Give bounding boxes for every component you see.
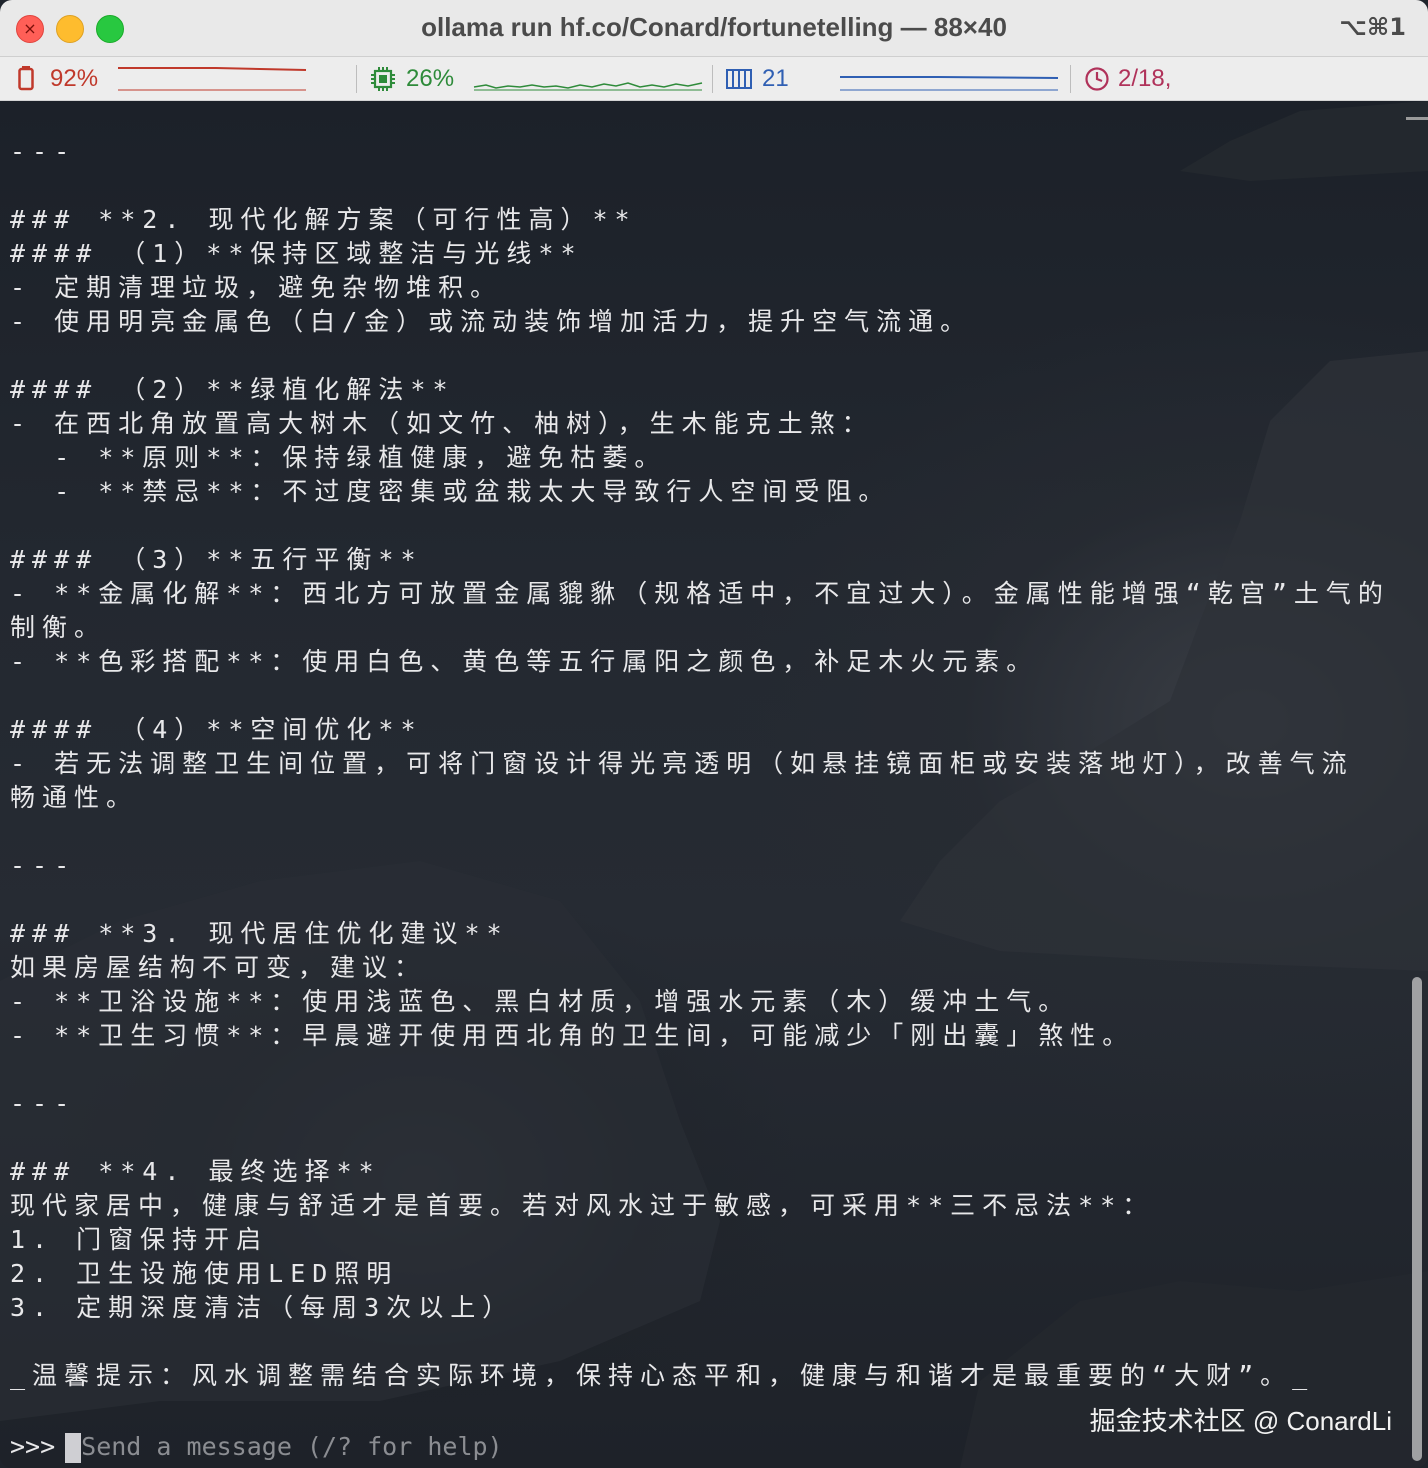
output-line: - **禁忌**：不过度密集或盆栽太大导致行人空间受阻。 <box>10 477 891 506</box>
window-shortcut: ⌥⌘1 <box>1339 13 1406 41</box>
output-line: - **卫浴设施**：使用浅蓝色、黑白材质，增强水元素（木）缓冲土气。 <box>10 987 1071 1016</box>
output-lines: --- ### **2. 现代化解方案（可行性高）** #### （1）**保持… <box>10 135 1390 1393</box>
output-line <box>10 883 1390 917</box>
output-line <box>10 679 1390 713</box>
cpu-value: 26% <box>406 65 455 92</box>
output-line: - 若无法调整卫生间位置，可将门窗设计得光亮透明（如悬挂镜面柜或安装落地灯），改… <box>10 749 1354 778</box>
battery-value: 92% <box>50 65 99 92</box>
terminal-window: × ollama run hf.co/Conard/fortunetelling… <box>0 0 1428 1468</box>
output-line: - 定期清理垃圾，避免杂物堆积。 <box>10 273 503 302</box>
output-line: - **原则**：保持绿植健康，避免枯萎。 <box>10 443 667 472</box>
output-line <box>10 1325 1390 1359</box>
output-line: #### （1）**保持区域整洁与光线** <box>10 239 583 268</box>
output-line: 现代家居中，健康与舒适才是首要。若对风水过于敏感，可采用**三不忌法**： <box>10 1191 1155 1220</box>
output-line: ### **4. 最终选择** <box>10 1157 381 1186</box>
battery-icon <box>18 66 34 91</box>
output-line: - **色彩搭配**：使用白色、黄色等五行属阳之颜色，补足木火元素。 <box>10 647 1039 676</box>
output-line: --- <box>10 851 77 880</box>
output-line: 畅通性。 <box>10 783 139 812</box>
output-line: --- <box>10 137 77 166</box>
output-line: #### （4）**空间优化** <box>10 715 423 744</box>
window-title: ollama run hf.co/Conard/fortunetelling —… <box>421 12 1007 42</box>
output-line: - **卫生习惯**：早晨避开使用西北角的卫生间，可能减少「刚出囊」煞性。 <box>10 1021 1135 1050</box>
status-divider <box>1070 65 1071 93</box>
output-line: --- <box>10 1089 77 1118</box>
output-line: - **金属化解**：西北方可放置金属貔貅（规格适中，不宜过大）。金属性能增强“… <box>10 579 1390 608</box>
output-line: 制衡。 <box>10 613 107 642</box>
cpu-sparkline <box>473 82 703 91</box>
terminal-output[interactable]: --- ### **2. 现代化解方案（可行性高）** #### （1）**保持… <box>0 101 1428 1468</box>
status-divider <box>712 65 713 93</box>
output-line: 1. 门窗保持开启 <box>10 1225 269 1254</box>
input-prompt[interactable]: >>> Send a message (/? for help) <box>10 1430 503 1464</box>
title-bar: × ollama run hf.co/Conard/fortunetelling… <box>0 0 1428 57</box>
status-divider <box>356 65 357 93</box>
prompt-symbol: >>> <box>10 1432 56 1461</box>
output-line <box>10 815 1390 849</box>
memory-sparkline <box>840 76 1059 91</box>
output-line <box>10 1053 1390 1087</box>
output-line: ### **3. 现代居住优化建议** <box>10 919 509 948</box>
output-line: _温馨提示：风水调整需结合实际环境，保持心态平和，健康与和谐才是最重要的“大财”… <box>10 1361 1315 1390</box>
text-cursor <box>65 1433 82 1463</box>
output-line: - 使用明亮金属色（白/金）或流动装饰增加活力，提升空气流通。 <box>10 307 973 336</box>
output-line <box>10 1121 1390 1155</box>
output-line: #### （2）**绿植化解法** <box>10 375 455 404</box>
output-line: - 在西北角放置高大树木（如文竹、柚树），生木能克土煞： <box>10 409 874 438</box>
memory-icon <box>726 69 752 89</box>
output-line: ### **2. 现代化解方案（可行性高）** <box>10 205 637 234</box>
clock-icon <box>1085 67 1109 91</box>
watermark: 掘金技术社区 @ ConardLi <box>1089 1406 1392 1436</box>
output-line <box>10 169 1390 203</box>
cpu-icon <box>371 67 395 91</box>
status-bar: 92% 26% 21 2/18, <box>0 57 1428 178</box>
output-line: 3. 定期深度清洁（每周3次以上） <box>10 1293 515 1322</box>
scroll-indicator <box>1406 117 1428 120</box>
output-line <box>10 339 1390 373</box>
battery-sparkline <box>118 67 307 91</box>
output-line: #### （3）**五行平衡** <box>10 545 423 574</box>
vertical-scrollbar[interactable] <box>1412 977 1422 1461</box>
output-line <box>10 509 1390 543</box>
message-input[interactable]: Send a message (/? for help) <box>81 1432 502 1461</box>
output-line: 如果房屋结构不可变，建议： <box>10 953 427 982</box>
output-line: 2. 卫生设施使用LED照明 <box>10 1259 399 1288</box>
